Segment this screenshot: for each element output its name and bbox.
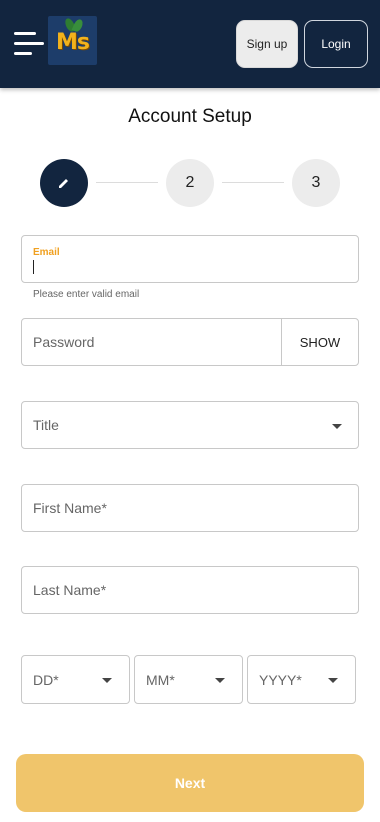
email-label: Email <box>33 247 60 258</box>
last-name-placeholder: Last Name* <box>33 582 107 598</box>
stepper-connector <box>96 182 158 183</box>
email-helper-text: Please enter valid email <box>33 289 140 300</box>
app-header: Ms Sign up Login <box>0 0 380 88</box>
signup-button[interactable]: Sign up <box>236 20 298 68</box>
dropdown-arrow-icon <box>332 424 342 429</box>
year-placeholder: YYYY* <box>259 672 302 688</box>
last-name-field[interactable]: Last Name* <box>21 566 359 614</box>
stepper-connector <box>222 182 284 183</box>
text-caret <box>33 260 34 274</box>
day-select[interactable]: DD* <box>21 655 130 704</box>
pencil-icon <box>59 179 68 188</box>
next-button[interactable]: Next <box>16 754 364 812</box>
title-select[interactable]: Title <box>21 401 359 449</box>
first-name-placeholder: First Name* <box>33 500 107 516</box>
show-password-button[interactable]: SHOW <box>281 318 359 366</box>
password-placeholder: Password <box>33 334 95 350</box>
email-field[interactable]: Email <box>21 235 359 283</box>
year-select[interactable]: YYYY* <box>247 655 356 704</box>
step-2[interactable]: 2 <box>166 159 214 207</box>
dropdown-arrow-icon <box>102 678 112 683</box>
menu-icon[interactable] <box>14 30 44 58</box>
step-3[interactable]: 3 <box>292 159 340 207</box>
logo[interactable]: Ms <box>48 16 97 65</box>
day-placeholder: DD* <box>33 672 59 688</box>
title-placeholder: Title <box>33 417 59 433</box>
month-select[interactable]: MM* <box>134 655 243 704</box>
first-name-field[interactable]: First Name* <box>21 484 359 532</box>
dropdown-arrow-icon <box>215 678 225 683</box>
month-placeholder: MM* <box>146 672 175 688</box>
password-field[interactable]: Password <box>21 318 282 366</box>
step-1-active[interactable] <box>40 159 88 207</box>
logo-text: Ms <box>56 30 90 55</box>
dropdown-arrow-icon <box>328 678 338 683</box>
page-title: Account Setup <box>128 106 252 127</box>
login-button[interactable]: Login <box>304 20 368 68</box>
